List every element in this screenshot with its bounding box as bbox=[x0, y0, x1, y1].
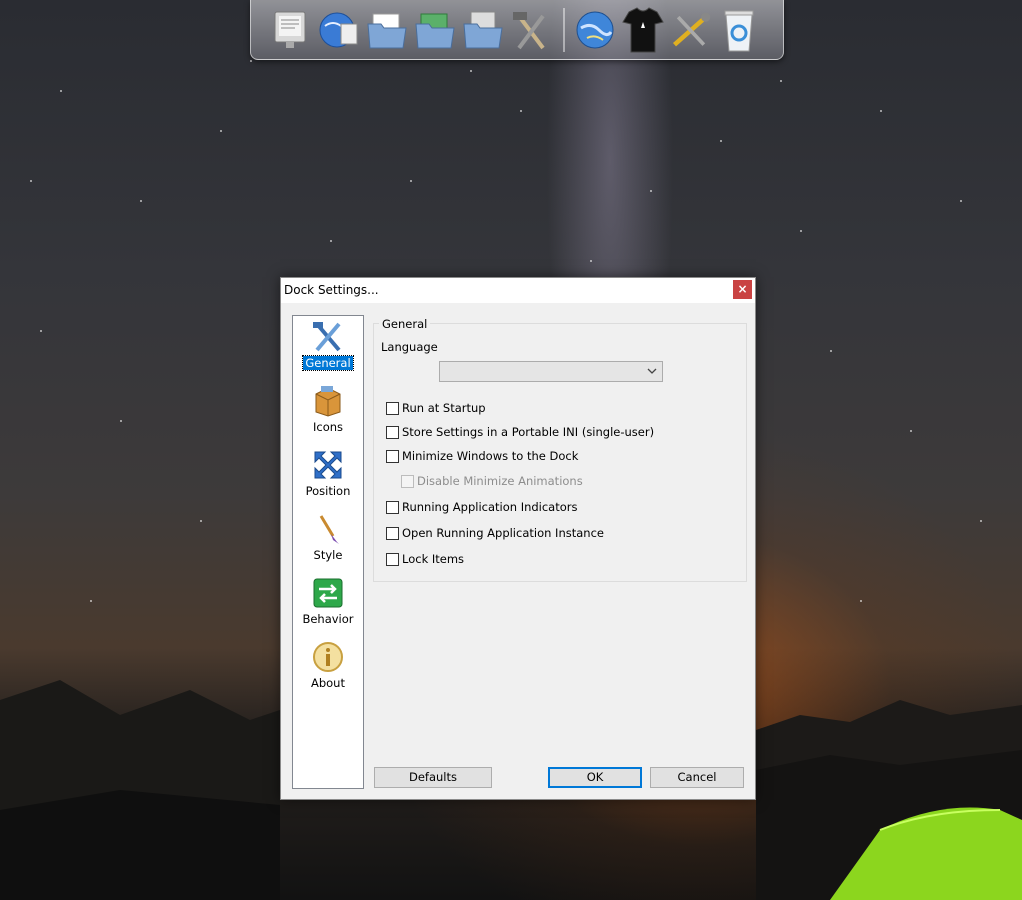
checkbox-label: Minimize Windows to the Dock bbox=[402, 449, 579, 463]
dock-item-world[interactable] bbox=[573, 5, 617, 55]
checkbox-box[interactable] bbox=[386, 526, 399, 540]
checkbox-label: Running Application Indicators bbox=[402, 500, 578, 514]
globe-network-icon bbox=[319, 12, 358, 47]
settings-nav: General Icons Position Style Behavior Ab… bbox=[292, 315, 364, 789]
checkbox-box[interactable] bbox=[386, 552, 399, 566]
dock-item-tools[interactable] bbox=[509, 5, 553, 55]
nav-label-about: About bbox=[310, 676, 345, 690]
dock-item-network[interactable] bbox=[317, 5, 361, 55]
nav-label-icons: Icons bbox=[312, 420, 344, 434]
dock-item-utilities[interactable] bbox=[669, 5, 713, 55]
world-globe-icon bbox=[576, 11, 614, 48]
checkbox-box[interactable] bbox=[386, 449, 399, 463]
nav-item-style[interactable]: Style bbox=[293, 510, 363, 570]
checkbox-box bbox=[401, 474, 414, 488]
swap-arrows-icon bbox=[313, 578, 343, 608]
nav-label-general: General bbox=[302, 355, 354, 371]
dock-settings-dialog: Dock Settings... × General Icons Positio… bbox=[280, 277, 756, 800]
dock bbox=[250, 0, 784, 60]
documents-folder-icon bbox=[367, 13, 407, 48]
tshirt-icon bbox=[622, 6, 664, 52]
pictures-folder-icon bbox=[463, 11, 503, 48]
checkbox-box[interactable] bbox=[386, 401, 399, 415]
checkbox-box[interactable] bbox=[386, 425, 399, 439]
nav-label-style: Style bbox=[313, 548, 343, 562]
hammer-wrench-icon bbox=[313, 322, 341, 352]
dock-separator bbox=[563, 7, 565, 52]
dock-item-tshirt[interactable] bbox=[621, 5, 665, 55]
checkbox-portable-ini[interactable]: Store Settings in a Portable INI (single… bbox=[386, 424, 654, 440]
nav-item-position[interactable]: Position bbox=[293, 446, 363, 506]
checkbox-label: Open Running Application Instance bbox=[402, 526, 604, 540]
ok-button[interactable]: OK bbox=[548, 767, 642, 788]
dialog-title: Dock Settings... bbox=[284, 283, 379, 297]
checkbox-disable-minimize-animations: Disable Minimize Animations bbox=[401, 473, 583, 489]
dock-item-documents[interactable] bbox=[365, 5, 409, 55]
checkbox-label: Disable Minimize Animations bbox=[417, 474, 583, 488]
nav-item-about[interactable]: About bbox=[293, 638, 363, 698]
dock-item-monitor[interactable] bbox=[269, 5, 313, 55]
checkbox-run-at-startup[interactable]: Run at Startup bbox=[386, 400, 486, 416]
move-arrows-icon bbox=[314, 451, 342, 479]
tools-icon bbox=[672, 12, 711, 46]
group-title: General bbox=[379, 317, 431, 331]
nav-item-behavior[interactable]: Behavior bbox=[293, 574, 363, 634]
hammer-wrench-icon bbox=[513, 11, 545, 49]
info-icon bbox=[313, 642, 343, 672]
box-icon bbox=[315, 386, 341, 417]
dock-item-pictures[interactable] bbox=[461, 5, 505, 55]
music-folder-icon bbox=[415, 13, 455, 48]
close-button[interactable]: × bbox=[733, 280, 752, 299]
dock-item-music[interactable] bbox=[413, 5, 457, 55]
language-label: Language bbox=[381, 340, 438, 354]
monitor-icon bbox=[274, 11, 306, 48]
checkbox-running-indicators[interactable]: Running Application Indicators bbox=[386, 499, 578, 515]
checkbox-lock-items[interactable]: Lock Items bbox=[386, 551, 464, 567]
nav-item-icons[interactable]: Icons bbox=[293, 382, 363, 442]
language-select[interactable] bbox=[439, 361, 663, 382]
paintbrush-icon bbox=[319, 515, 339, 544]
checkbox-open-running-instance[interactable]: Open Running Application Instance bbox=[386, 525, 604, 541]
defaults-button[interactable]: Defaults bbox=[374, 767, 492, 788]
cancel-button[interactable]: Cancel bbox=[650, 767, 744, 788]
checkbox-box[interactable] bbox=[386, 500, 399, 514]
general-group: General Language Run at Startup Store Se… bbox=[373, 317, 747, 582]
recycle-bin-icon bbox=[724, 10, 754, 51]
nav-label-position: Position bbox=[305, 484, 351, 498]
checkbox-label: Run at Startup bbox=[402, 401, 486, 415]
nav-item-general[interactable]: General bbox=[293, 318, 363, 378]
dock-item-recycle-bin[interactable] bbox=[717, 5, 761, 55]
checkbox-minimize-to-dock[interactable]: Minimize Windows to the Dock bbox=[386, 448, 578, 464]
checkbox-label: Lock Items bbox=[402, 552, 465, 566]
checkbox-label: Store Settings in a Portable INI (single… bbox=[402, 425, 655, 439]
title-bar[interactable]: Dock Settings... × bbox=[281, 278, 755, 303]
nav-label-behavior: Behavior bbox=[302, 612, 354, 626]
chevron-down-icon bbox=[647, 368, 657, 374]
